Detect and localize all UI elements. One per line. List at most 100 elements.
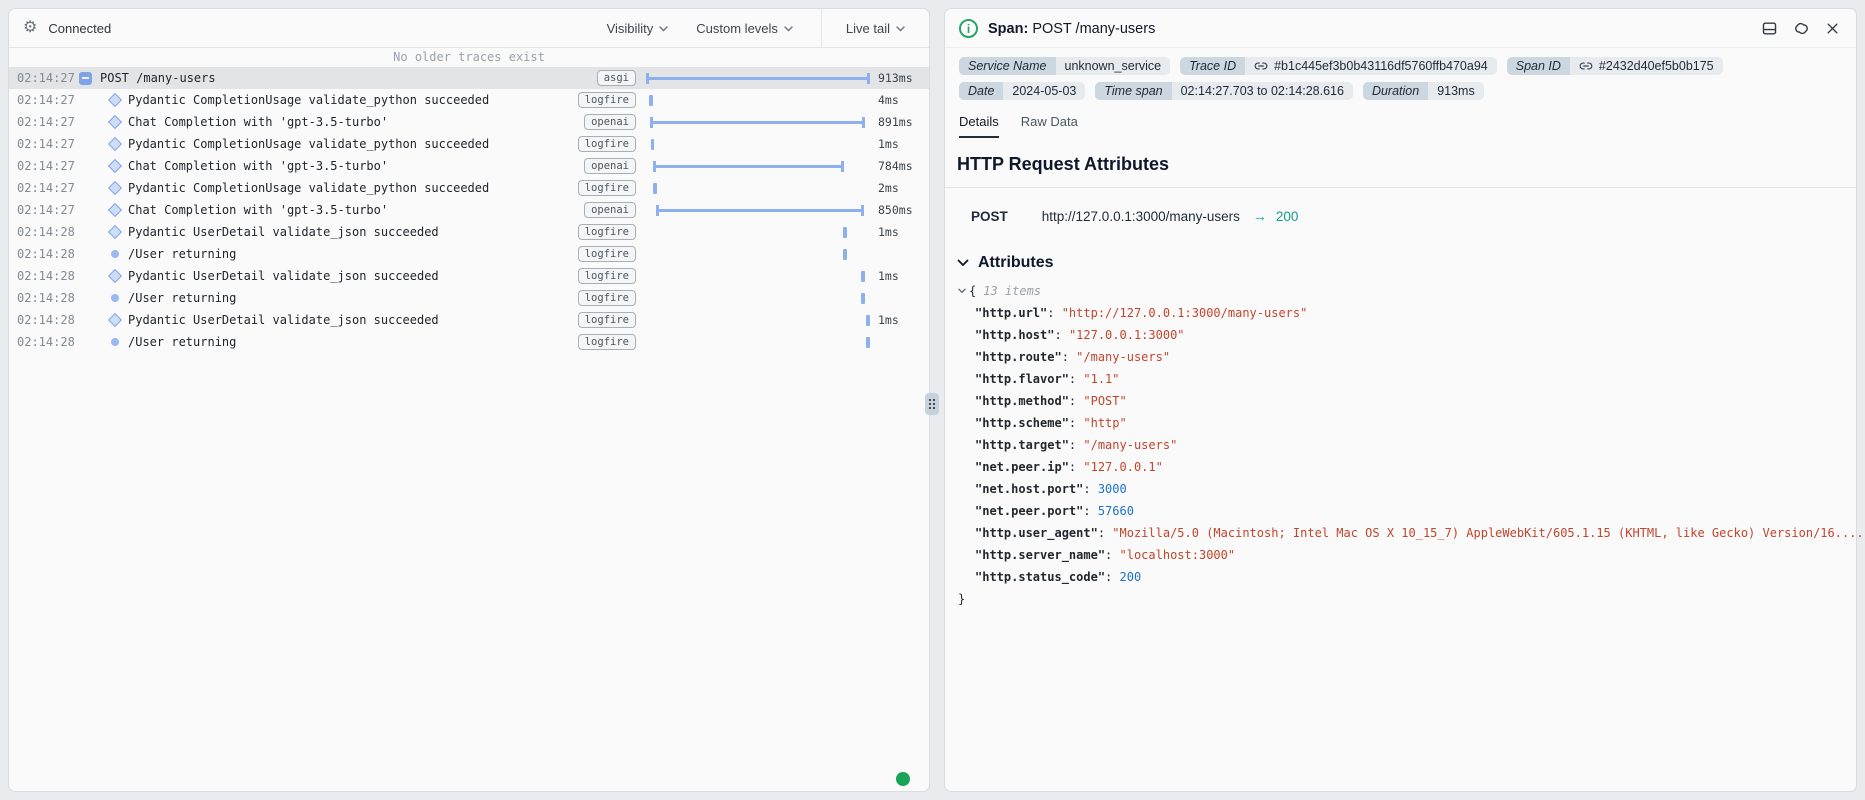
duration-bar	[866, 315, 870, 326]
trace-row[interactable]: 02:14:28 /User returning logfire	[9, 331, 929, 353]
span-details-panel: i Span: POST /many-users Service Name	[944, 8, 1857, 792]
duration-bar-track	[646, 331, 870, 353]
trace-row[interactable]: 02:14:27 Pydantic CompletionUsage valida…	[9, 177, 929, 199]
diamond-icon[interactable]	[108, 309, 122, 331]
badge-value: 02:14:27.703 to 02:14:28.616	[1172, 82, 1353, 100]
trace-row[interactable]: 02:14:28 /User returning logfire	[9, 287, 929, 309]
badge-label: Service Name	[959, 57, 1056, 75]
duration-text: 1ms	[878, 221, 899, 243]
dock-panel-button[interactable]	[1761, 20, 1778, 37]
duration-bar	[646, 77, 870, 80]
badge-value: 913ms	[1428, 82, 1484, 100]
diamond-icon[interactable]	[108, 155, 122, 177]
settings-gear-icon[interactable]: ⚙	[23, 20, 37, 36]
trace-id-badge[interactable]: Trace ID #b1c445ef3b0b43116df5760ffb470a…	[1180, 57, 1497, 75]
close-panel-button[interactable]	[1825, 21, 1840, 36]
circle-icon[interactable]	[108, 287, 122, 309]
attribute-entry: "http.user_agent": "Mozilla/5.0 (Macinto…	[958, 522, 1842, 544]
traces-panel: ⚙ Connected Visibility Custom levels Liv…	[8, 8, 930, 792]
attribute-entry: "net.host.port": 3000	[958, 478, 1842, 500]
scope-badge: logfire	[578, 92, 636, 108]
diamond-icon[interactable]	[108, 133, 122, 155]
custom-levels-dropdown[interactable]: Custom levels	[696, 21, 793, 36]
http-method: POST	[971, 209, 1008, 224]
trace-row-label: /User returning	[128, 243, 236, 265]
trace-row[interactable]: 02:14:27 Chat Completion with 'gpt-3.5-t…	[9, 199, 929, 221]
trace-row-label: Chat Completion with 'gpt-3.5-turbo'	[128, 155, 388, 177]
items-count: 13 items	[983, 280, 1041, 302]
attribute-value: "127.0.0.1"	[1083, 460, 1162, 474]
close-icon	[1825, 21, 1840, 36]
chevron-down-icon	[958, 288, 966, 294]
attribute-value: "http://127.0.0.1:3000/many-users"	[1062, 306, 1308, 320]
tab-raw-data[interactable]: Raw Data	[1021, 114, 1078, 138]
http-status-code: 200	[1276, 209, 1299, 224]
attributes-section-header[interactable]: Attributes	[945, 224, 1856, 272]
duration-bar	[861, 293, 865, 304]
date-badge: Date 2024-05-03	[959, 82, 1085, 100]
visibility-dropdown[interactable]: Visibility	[607, 21, 669, 36]
duration-text: 1ms	[878, 133, 899, 155]
trace-row[interactable]: 02:14:28 Pydantic UserDetail validate_js…	[9, 265, 929, 287]
trace-row[interactable]: 02:14:27 Pydantic CompletionUsage valida…	[9, 89, 929, 111]
no-older-traces-notice: No older traces exist	[9, 48, 929, 67]
duration-bar	[843, 227, 847, 238]
traces-toolbar: ⚙ Connected Visibility Custom levels Liv…	[9, 9, 929, 48]
trace-row[interactable]: 02:14:27 Pydantic CompletionUsage valida…	[9, 133, 929, 155]
trace-row[interactable]: 02:14:28 Pydantic UserDetail validate_js…	[9, 309, 929, 331]
attribute-key: "http.scheme"	[975, 416, 1069, 430]
link-icon	[1579, 59, 1593, 73]
trace-row-timestamp: 02:14:27	[17, 111, 75, 133]
diamond-icon[interactable]	[108, 221, 122, 243]
trace-row-timestamp: 02:14:28	[17, 331, 75, 353]
trace-row-timestamp: 02:14:28	[17, 287, 75, 309]
copy-link-button[interactable]	[1793, 20, 1810, 37]
attribute-value: "127.0.0.1:3000"	[1069, 328, 1185, 342]
duration-bar	[649, 95, 653, 106]
trace-row-label: Pydantic CompletionUsage validate_python…	[128, 89, 489, 111]
chevron-down-icon	[896, 26, 905, 32]
duration-bar-track	[646, 287, 870, 309]
circle-icon[interactable]	[108, 331, 122, 353]
trace-row-timestamp: 02:14:27	[17, 133, 75, 155]
diamond-icon[interactable]	[108, 89, 122, 111]
panel-resize-handle[interactable]	[925, 393, 939, 415]
circle-icon[interactable]	[108, 243, 122, 265]
scope-badge: logfire	[578, 268, 636, 284]
badge-value: unknown_service	[1056, 57, 1171, 75]
span-id-badge[interactable]: Span ID #2432d40ef5b0b175	[1507, 57, 1723, 75]
chevron-down-icon	[957, 259, 969, 267]
diamond-icon[interactable]	[108, 265, 122, 287]
attribute-key: "http.status_code"	[975, 570, 1105, 584]
open-brace: {	[969, 280, 976, 302]
trace-row-timestamp: 02:14:27	[17, 177, 75, 199]
live-tail-dropdown[interactable]: Live tail	[846, 21, 905, 36]
duration-bar	[653, 165, 844, 168]
diamond-icon[interactable]	[108, 111, 122, 133]
duration-bar-track	[646, 111, 870, 133]
custom-levels-label: Custom levels	[696, 21, 778, 36]
scope-badge: openai	[584, 202, 636, 218]
diamond-icon[interactable]	[108, 177, 122, 199]
visibility-label: Visibility	[607, 21, 654, 36]
duration-bar	[843, 249, 847, 260]
duration-bar	[866, 337, 870, 348]
collapse-square-icon[interactable]	[78, 67, 92, 89]
trace-row-label: Pydantic CompletionUsage validate_python…	[128, 133, 489, 155]
trace-row[interactable]: 02:14:28 /User returning logfire	[9, 243, 929, 265]
trace-row[interactable]: 02:14:27 Chat Completion with 'gpt-3.5-t…	[9, 155, 929, 177]
span-title-value: POST /many-users	[1032, 21, 1155, 37]
service-name-badge: Service Name unknown_service	[959, 57, 1170, 75]
tab-details[interactable]: Details	[959, 114, 999, 138]
trace-row[interactable]: 02:14:27 POST /many-users asgi 913ms	[9, 67, 929, 89]
trace-row-timestamp: 02:14:28	[17, 243, 75, 265]
trace-row[interactable]: 02:14:28 Pydantic UserDetail validate_js…	[9, 221, 929, 243]
attribute-entry: "http.method": "POST"	[958, 390, 1842, 412]
badge-label: Span ID	[1507, 57, 1570, 75]
diamond-icon[interactable]	[108, 199, 122, 221]
duration-text: 913ms	[878, 67, 913, 89]
json-open-line[interactable]: { 13 items	[958, 280, 1842, 302]
trace-row[interactable]: 02:14:27 Chat Completion with 'gpt-3.5-t…	[9, 111, 929, 133]
chevron-down-icon	[659, 26, 668, 32]
details-tabs: Details Raw Data	[945, 114, 1856, 138]
